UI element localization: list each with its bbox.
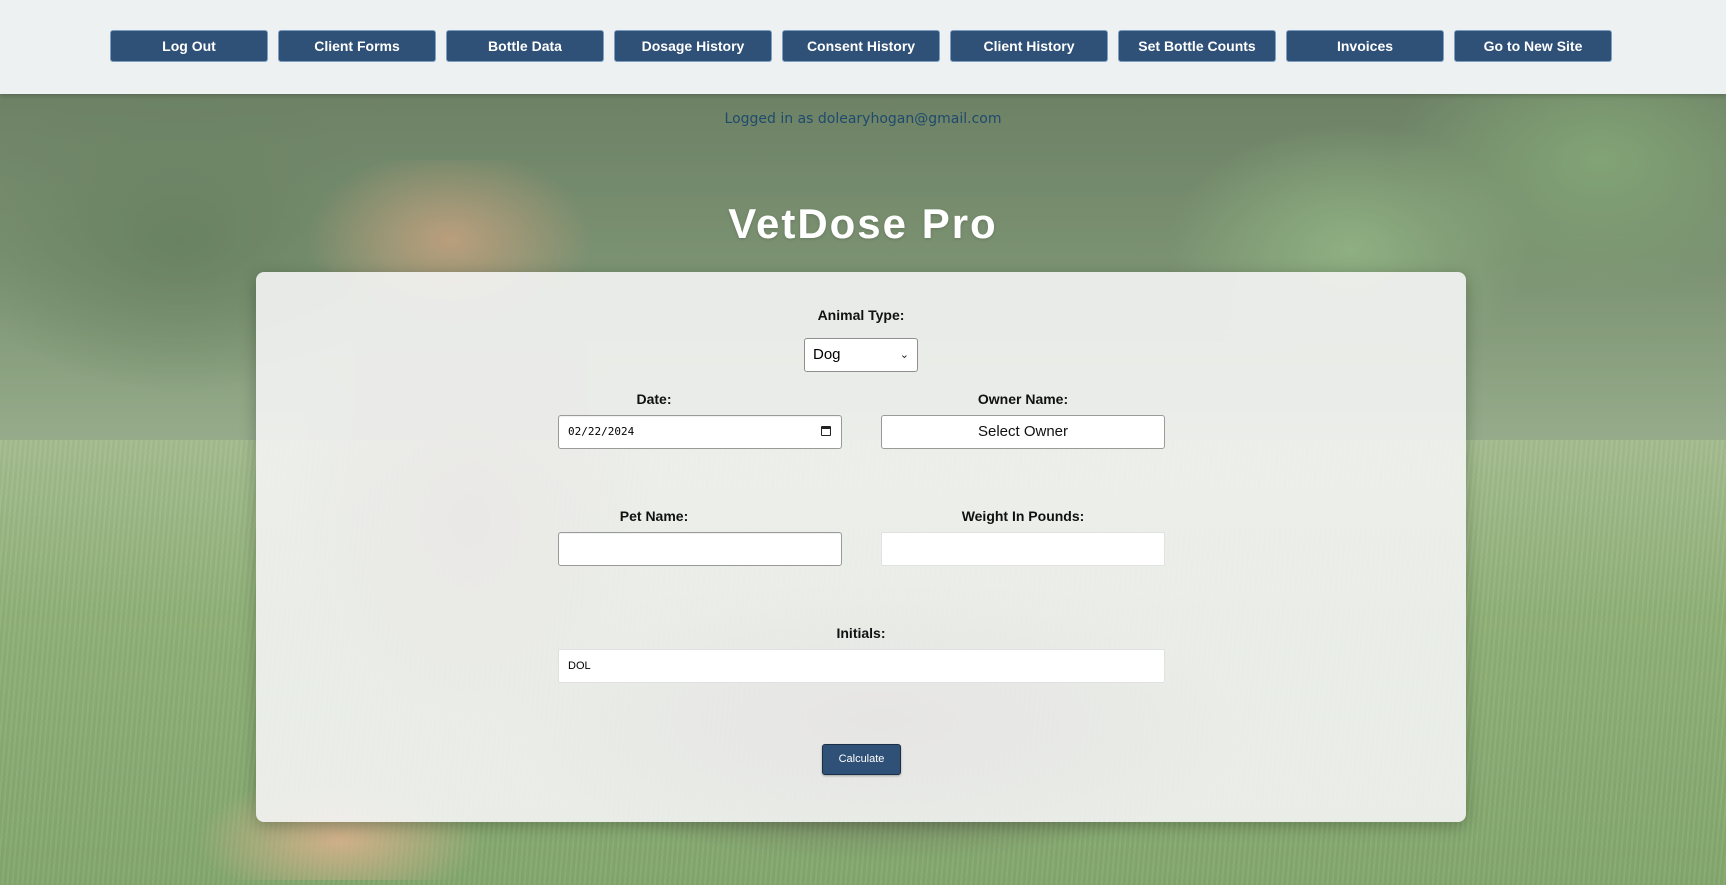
log-out-button[interactable]: Log Out (110, 30, 268, 62)
dosage-form-card: Animal Type: Dog ⌄ Date: 02/22/2024 Owne… (256, 272, 1466, 822)
set-bottle-counts-button[interactable]: Set Bottle Counts (1118, 30, 1276, 62)
date-value: 02/22/2024 (568, 425, 635, 438)
date-input[interactable]: 02/22/2024 (558, 415, 842, 449)
top-nav-bar: Log Out Client Forms Bottle Data Dosage … (0, 0, 1726, 94)
initials-label: Initials: (836, 625, 886, 641)
consent-history-button[interactable]: Consent History (782, 30, 940, 62)
select-owner-button[interactable]: Select Owner (881, 415, 1165, 449)
bottle-data-button[interactable]: Bottle Data (446, 30, 604, 62)
client-history-button[interactable]: Client History (950, 30, 1108, 62)
logged-in-status: Logged in as dolearyhogan@gmail.com (724, 111, 1002, 127)
animal-type-select[interactable]: Dog ⌄ (804, 338, 918, 372)
animal-type-label: Animal Type: (817, 307, 905, 323)
go-to-new-site-button[interactable]: Go to New Site (1454, 30, 1612, 62)
page-title: VetDose Pro (728, 200, 998, 247)
invoices-button[interactable]: Invoices (1286, 30, 1444, 62)
animal-type-value: Dog (813, 346, 841, 363)
date-label: Date: (636, 391, 672, 407)
calendar-icon[interactable] (821, 426, 831, 436)
dosage-history-button[interactable]: Dosage History (614, 30, 772, 62)
calculate-button[interactable]: Calculate (822, 744, 901, 775)
pet-name-label: Pet Name: (619, 508, 689, 524)
client-forms-button[interactable]: Client Forms (278, 30, 436, 62)
owner-name-label: Owner Name: (977, 391, 1069, 407)
initials-input[interactable]: DOL (558, 649, 1165, 683)
weight-label: Weight In Pounds: (961, 508, 1085, 524)
weight-input[interactable] (881, 532, 1165, 566)
pet-name-input[interactable] (558, 532, 842, 566)
chevron-down-icon: ⌄ (899, 349, 909, 361)
